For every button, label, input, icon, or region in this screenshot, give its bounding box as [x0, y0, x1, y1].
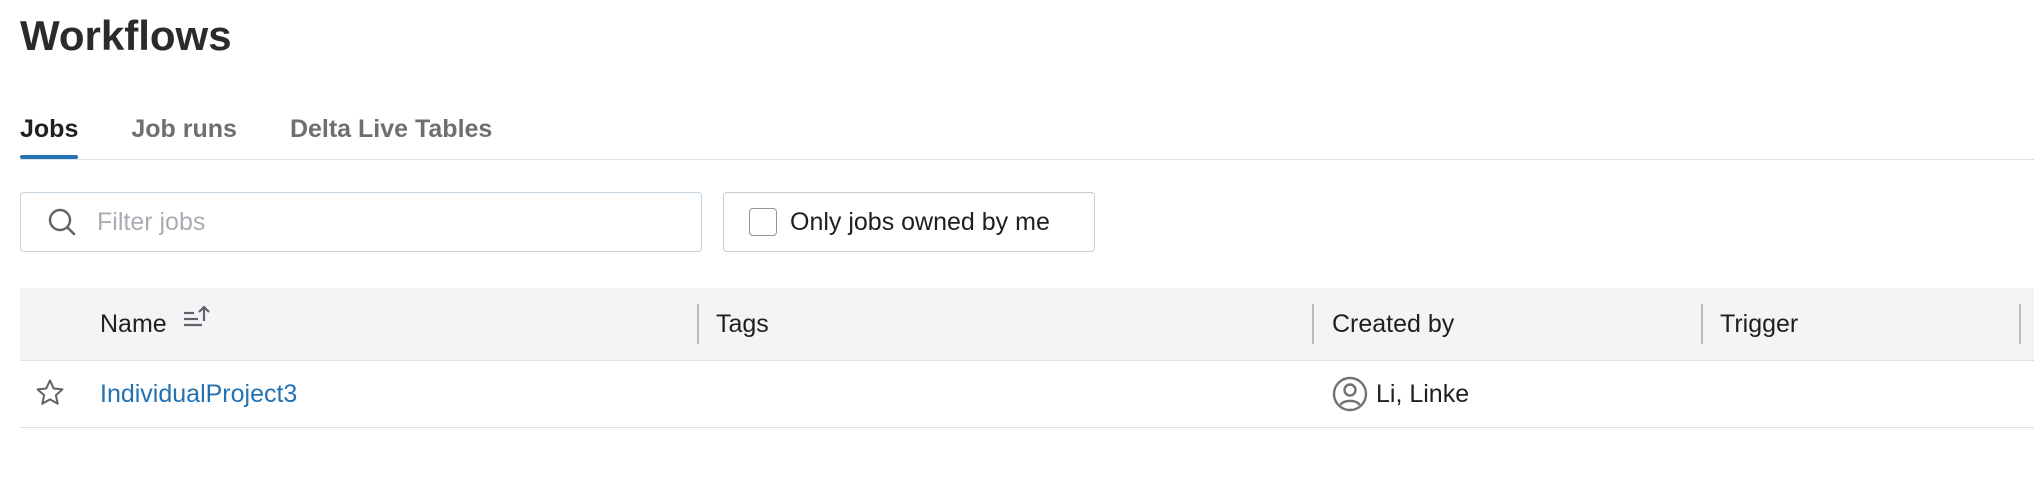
column-resize-handle[interactable]	[1312, 304, 1314, 344]
column-header-name[interactable]: Name	[100, 288, 212, 360]
column-resize-handle[interactable]	[2019, 304, 2021, 344]
tab-job-runs[interactable]: Job runs	[131, 104, 237, 154]
page-title: Workflows	[20, 12, 232, 59]
filter-jobs-field[interactable]	[20, 192, 702, 252]
tab-jobs[interactable]: Jobs	[20, 104, 79, 159]
sort-ascending-icon[interactable]	[182, 286, 212, 358]
filter-jobs-input[interactable]	[95, 206, 659, 238]
column-resize-handle[interactable]	[1701, 304, 1703, 344]
column-header-name-label: Name	[100, 310, 167, 338]
column-resize-handle[interactable]	[697, 304, 699, 344]
tab-delta-live-tables[interactable]: Delta Live Tables	[290, 104, 492, 154]
column-header-tags[interactable]: Tags	[716, 288, 769, 360]
jobs-table-header: Name Tags Created by Trigger	[20, 288, 2034, 361]
table-row: IndividualProject3 Li, Linke	[20, 361, 2034, 428]
job-name-link[interactable]: IndividualProject3	[100, 361, 297, 427]
created-by-name: Li, Linke	[1376, 379, 1470, 408]
search-icon	[21, 207, 95, 237]
column-header-created-by[interactable]: Created by	[1332, 288, 1454, 360]
only-owned-label: Only jobs owned by me	[790, 207, 1050, 236]
only-owned-checkbox[interactable]	[749, 208, 777, 236]
created-by-cell: Li, Linke	[1332, 361, 1469, 427]
only-owned-toggle[interactable]: Only jobs owned by me	[723, 192, 1095, 252]
column-header-trigger[interactable]: Trigger	[1720, 288, 1798, 360]
tab-bar: Jobs Job runs Delta Live Tables	[20, 104, 2034, 160]
user-avatar-icon	[1332, 376, 1368, 412]
workflows-page: Workflows Jobs Job runs Delta Live Table…	[0, 0, 2034, 488]
star-outline-icon[interactable]	[34, 377, 66, 414]
